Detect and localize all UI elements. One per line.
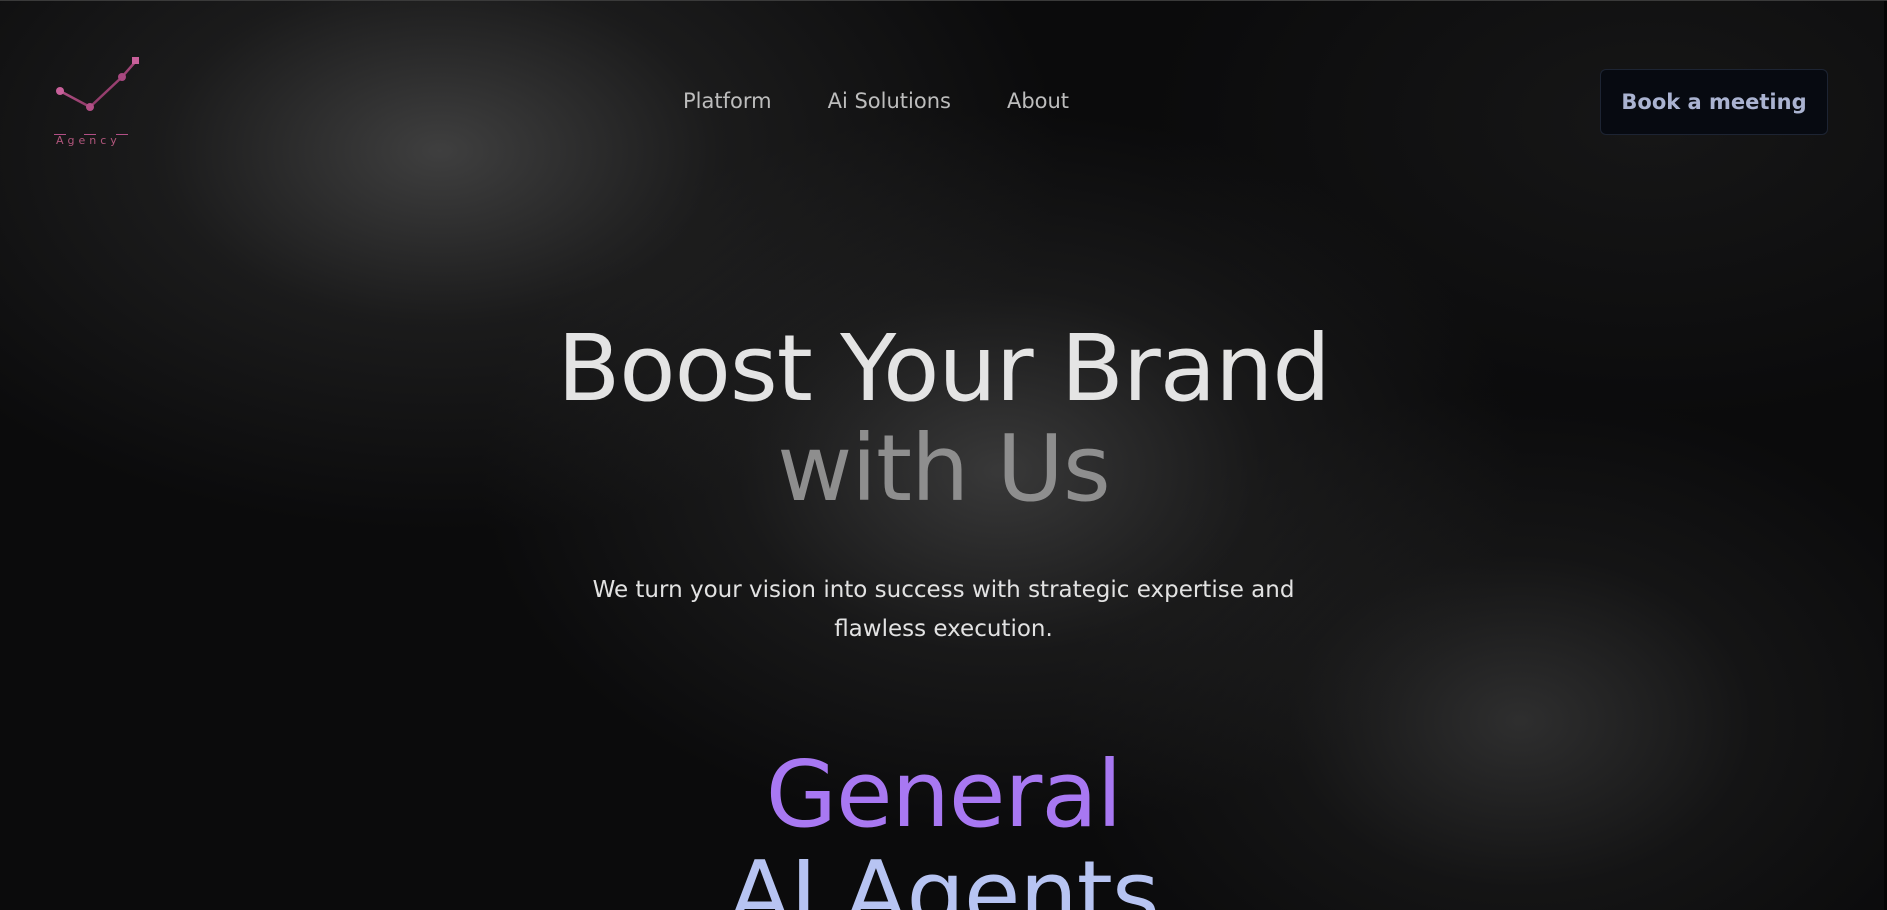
hero-subtitle: We turn your vision into success with st… — [0, 571, 1887, 649]
landing-page: Agency Platform Ai Solutions About Book … — [0, 0, 1887, 910]
hero-title-line2: with Us — [777, 415, 1111, 522]
hero-title-line1: Boost Your Brand — [557, 315, 1331, 422]
nav-ai-solutions[interactable]: Ai Solutions — [828, 89, 951, 113]
hero-subtitle-line1: We turn your vision into success with st… — [592, 577, 1295, 603]
main-nav: Platform Ai Solutions About — [683, 89, 1069, 113]
m-growth-chart-logo-icon — [54, 57, 139, 135]
nav-about[interactable]: About — [1007, 89, 1069, 113]
agents-title-line2: AI Agents — [728, 841, 1160, 910]
agents-section-title: General AI Agents — [0, 745, 1887, 910]
book-meeting-button[interactable]: Book a meeting — [1600, 69, 1828, 135]
hero-title: Boost Your Brand with Us — [0, 319, 1887, 519]
nav-platform[interactable]: Platform — [683, 89, 772, 113]
agents-title-line1: General — [765, 741, 1123, 848]
logo-text: Agency — [56, 134, 121, 147]
hero-subtitle-line2: flawless execution. — [834, 616, 1053, 642]
brand-logo[interactable]: Agency — [48, 55, 144, 151]
